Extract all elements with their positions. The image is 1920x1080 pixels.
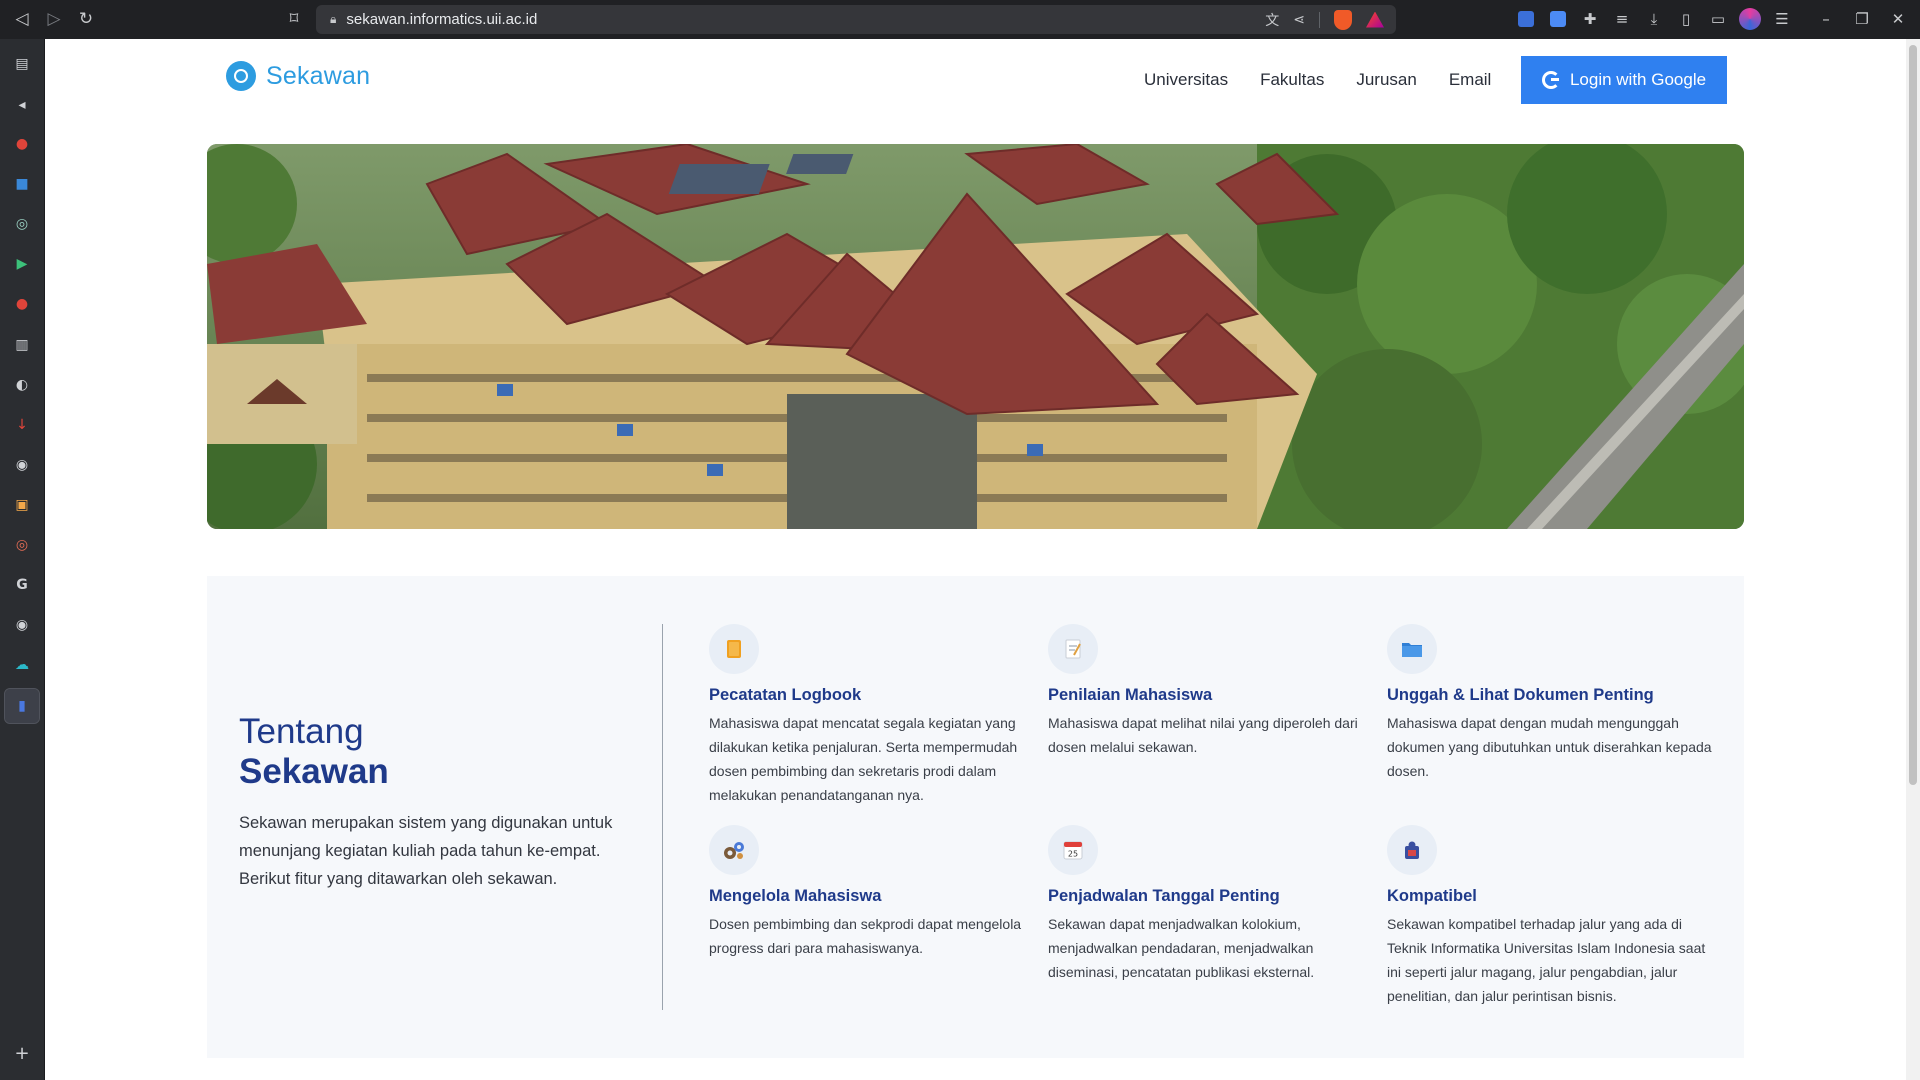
app-openai-icon[interactable]: ◎	[10, 212, 34, 236]
campus-building-illustration	[207, 144, 1744, 529]
app-red-eye-icon[interactable]: ●	[10, 132, 34, 156]
scrollbar-thumb[interactable]	[1909, 45, 1917, 785]
translate-icon[interactable]: 文	[1265, 10, 1279, 30]
app-blue-icon[interactable]: ■	[10, 172, 34, 196]
about-intro: Tentang Sekawan Sekawan merupakan sistem…	[239, 576, 659, 1058]
feature-description: Sekawan dapat menjadwalkan kolokium, men…	[1048, 916, 1315, 980]
translate-ext-icon[interactable]	[1544, 5, 1572, 33]
app-search-icon[interactable]: ◎	[10, 533, 34, 557]
folder-icon	[1387, 624, 1437, 674]
feature-title: Mengelola Mahasiswa	[709, 887, 882, 905]
web-page: Sekawan Universitas Fakultas Jurusan Ema…	[45, 39, 1906, 1080]
page-scrollbar[interactable]	[1906, 39, 1920, 1080]
lock-icon: 🔒︎	[330, 12, 337, 26]
google-icon[interactable]: G	[10, 573, 34, 597]
feature-description: Mahasiswa dapat melihat nilai yang diper…	[1048, 715, 1358, 755]
site-header: Sekawan Universitas Fakultas Jurusan Ema…	[45, 39, 1906, 139]
puzzle-icon[interactable]: ✚	[1576, 5, 1604, 33]
download-icon[interactable]: ⤓	[1640, 5, 1668, 33]
github-icon[interactable]: ◉	[10, 613, 34, 637]
browser-sidebar: ▤ ◂ ● ■ ◎ ▶ ● ▥ ◐ ↓ ◉ ▣ ◎ G ◉ ☁ ▮ +	[0, 39, 45, 1080]
main-nav: Universitas Fakultas Jurusan Email	[1144, 70, 1491, 90]
app-globe-icon[interactable]: ◉	[10, 453, 34, 477]
feature-dokumen: Unggah & Lihat Dokumen Penting Mahasiswa…	[1387, 624, 1717, 783]
brand[interactable]: Sekawan	[226, 61, 370, 91]
app-cloud-icon[interactable]: ☁	[10, 653, 34, 677]
nav-fakultas[interactable]: Fakultas	[1260, 70, 1324, 90]
brand-name: Sekawan	[266, 61, 371, 90]
about-title: Tentang Sekawan	[239, 712, 389, 792]
minimize-icon[interactable]: –	[1812, 5, 1840, 33]
brave-shields-icon[interactable]	[1334, 9, 1352, 30]
restore-icon[interactable]: ❐	[1848, 5, 1876, 33]
reload-icon[interactable]: ↻	[72, 5, 100, 33]
about-divider	[662, 624, 663, 1010]
address-bar-actions: 文 ⋖	[1265, 5, 1384, 34]
app-download-arrow-icon[interactable]: ↓	[10, 413, 34, 437]
sekawan-logo-icon	[226, 61, 256, 91]
profile-avatar-icon[interactable]	[1736, 5, 1764, 33]
back-icon[interactable]: ◁	[8, 5, 36, 33]
media-icon[interactable]: ≡	[1608, 5, 1636, 33]
forward-icon[interactable]: ▷	[40, 5, 68, 33]
browser-toolbar: ◁ ▷ ↻ ⌑ 🔒︎ sekawan.informatics.uii.ac.id…	[0, 0, 1920, 39]
app-red-eye-2-icon[interactable]: ●	[10, 292, 34, 316]
window-controls: – ❐ ✕	[1812, 5, 1912, 33]
feature-title: Penilaian Mahasiswa	[1048, 686, 1213, 704]
hero-image	[207, 144, 1744, 529]
calendar-day: 25	[1068, 850, 1078, 859]
calendar-icon: 25	[1048, 825, 1098, 875]
app-image-icon[interactable]: ▣	[10, 493, 34, 517]
share-icon[interactable]: ⋖	[1293, 12, 1305, 28]
nav-jurusan[interactable]: Jurusan	[1356, 70, 1416, 90]
feature-title: Pecatatan Logbook	[709, 686, 862, 704]
about-title-light: Tentang	[239, 712, 364, 751]
app-headset-icon[interactable]: ◐	[10, 373, 34, 397]
address-divider	[1319, 11, 1320, 28]
feature-description: Sekawan kompatibel terhadap jalur yang a…	[1387, 916, 1706, 1004]
notebook-icon	[709, 624, 759, 674]
feature-mengelola: Mengelola Mahasiswa Dosen pembimbing dan…	[709, 825, 1039, 960]
app-green-tv-icon[interactable]: ▶	[10, 252, 34, 276]
close-icon[interactable]: ✕	[1884, 5, 1912, 33]
google-g-icon	[1541, 71, 1560, 89]
menu-icon[interactable]: ☰	[1768, 5, 1796, 33]
sidepanel-icon[interactable]: ▯	[1672, 5, 1700, 33]
bitwarden-icon[interactable]	[1512, 5, 1540, 33]
about-description: Sekawan merupakan sistem yang digunakan …	[239, 814, 613, 888]
bookmark-icon[interactable]: ⌑	[280, 5, 308, 33]
feature-penjadwalan: 25 Penjadwalan Tanggal Penting Sekawan d…	[1048, 825, 1378, 984]
nav-universitas[interactable]: Universitas	[1144, 70, 1228, 90]
address-bar[interactable]: 🔒︎ sekawan.informatics.uii.ac.id 文 ⋖	[316, 5, 1396, 34]
login-label: Login with Google	[1569, 70, 1707, 89]
feature-kompatibel: Kompatibel Sekawan kompatibel terhadap j…	[1387, 825, 1717, 1008]
wallet-icon[interactable]: ▭	[1704, 5, 1732, 33]
feature-description: Mahasiswa dapat mencatat segala kegiatan…	[709, 715, 1018, 803]
about-title-bold: Sekawan	[239, 752, 389, 791]
feature-description: Mahasiswa dapat dengan mudah mengunggah …	[1387, 715, 1712, 779]
navigation-buttons: ◁ ▷ ↻	[8, 5, 100, 33]
feature-title: Unggah & Lihat Dokumen Penting	[1387, 686, 1654, 704]
sidebar-toggle-icon[interactable]: ▤	[10, 52, 34, 76]
nav-email[interactable]: Email	[1449, 70, 1492, 90]
app-active-icon[interactable]: ▮	[4, 688, 40, 724]
feature-penilaian: Penilaian Mahasiswa Mahasiswa dapat meli…	[1048, 624, 1378, 759]
feature-description: Dosen pembimbing dan sekprodi dapat meng…	[709, 916, 1022, 956]
puzzle-piece-icon	[1387, 825, 1437, 875]
speaker-icon[interactable]: ◂	[10, 93, 34, 117]
brave-rewards-icon[interactable]	[1366, 11, 1384, 28]
login-with-google-button[interactable]: Login with Google	[1521, 56, 1727, 104]
feature-title: Penjadwalan Tanggal Penting	[1048, 887, 1280, 905]
feature-logbook: Pecatatan Logbook Mahasiswa dapat mencat…	[709, 624, 1039, 807]
feature-title: Kompatibel	[1387, 887, 1477, 905]
extensions-bar: ✚ ≡ ⤓ ▯ ▭ ☰	[1512, 5, 1796, 33]
gears-icon	[709, 825, 759, 875]
app-bible-icon[interactable]: ▥	[10, 333, 34, 357]
url-text: sekawan.informatics.uii.ac.id	[346, 11, 538, 28]
add-panel-icon[interactable]: +	[10, 1041, 34, 1065]
about-section: Tentang Sekawan Sekawan merupakan sistem…	[207, 576, 1744, 1058]
memo-icon	[1048, 624, 1098, 674]
